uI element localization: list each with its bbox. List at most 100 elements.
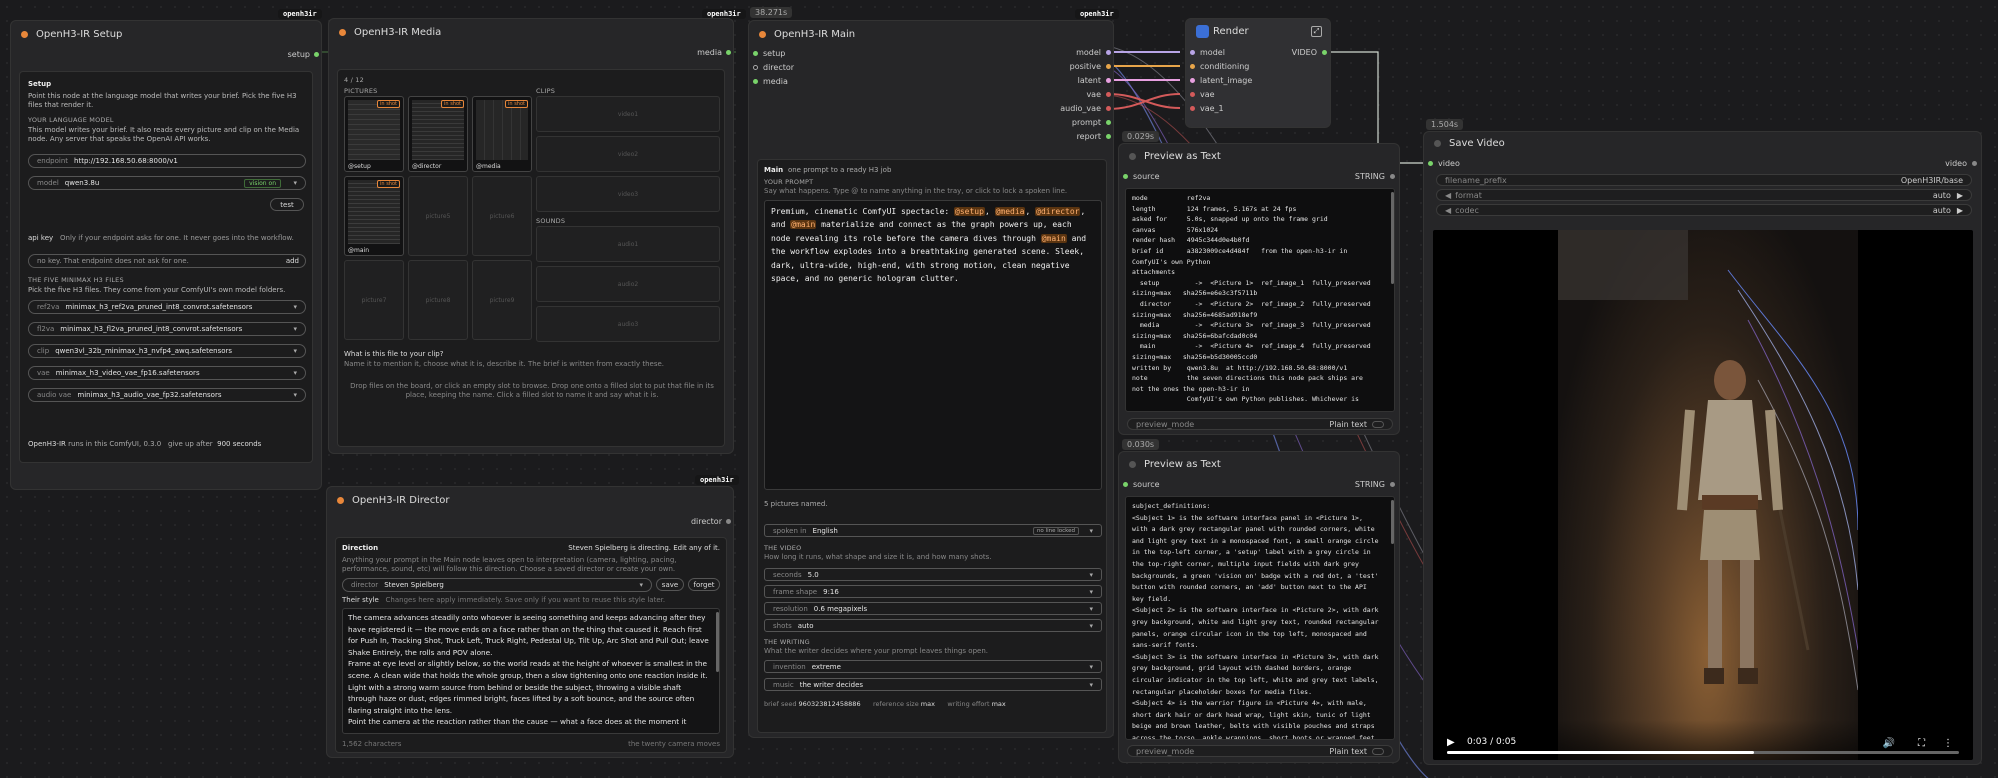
output-latent[interactable]: latent (1078, 76, 1111, 85)
file-select-vae[interactable]: vae minimax_h3_video_vae_fp16.safetensors… (28, 366, 306, 380)
preview-text-node-2[interactable]: Preview as Text source STRING subject_de… (1118, 451, 1400, 763)
mention-tag[interactable]: @setup (954, 207, 985, 216)
video-slot-1[interactable]: video1 (536, 96, 720, 132)
preview2-output-string[interactable]: STRING (1355, 480, 1395, 489)
preview2-text[interactable]: subject_definitions: <Subject 1> is the s… (1125, 496, 1395, 740)
picture-slot-9[interactable]: picture9 (472, 260, 532, 340)
render-input-vae[interactable]: vae (1190, 90, 1215, 99)
render-node[interactable]: Render ⤢ model conditioning latent_image… (1185, 18, 1331, 128)
render-input-model[interactable]: model (1190, 48, 1225, 57)
picture-slot-6[interactable]: picture6 (472, 176, 532, 256)
save-director-button[interactable]: save (656, 578, 684, 591)
audio-slot-3[interactable]: audio3 (536, 306, 720, 342)
file-select-audio-vae[interactable]: audio vae minimax_h3_audio_vae_fp32.safet… (28, 388, 306, 402)
render-input-conditioning[interactable]: conditioning (1190, 62, 1249, 71)
style-textarea[interactable]: The camera advances steadily onto whoeve… (342, 608, 720, 734)
input-setup[interactable]: setup (753, 49, 785, 58)
output-positive[interactable]: positive (1070, 62, 1111, 71)
main-node[interactable]: OpenH3-IR Main setup director media mode… (748, 20, 1114, 738)
format-select[interactable]: ◀ format auto ▶ (1436, 189, 1972, 201)
output-report[interactable]: report (1077, 132, 1111, 141)
play-icon[interactable]: ▶ (1447, 737, 1455, 748)
setup-title-bar[interactable]: OpenH3-IR Setup (11, 21, 321, 47)
setup-node[interactable]: OpenH3-IR Setup setup Setup Point this n… (10, 20, 322, 490)
render-title-bar[interactable]: Render ⤢ (1186, 19, 1330, 43)
video-player[interactable]: ▶ 0:03 / 0:05 🔊 ⛶ ⋮ (1433, 230, 1973, 760)
media-title-bar[interactable]: OpenH3-IR Media (329, 19, 733, 45)
video-progress-track[interactable] (1447, 751, 1959, 754)
mention-tag[interactable]: @main (790, 220, 817, 230)
mention-tag[interactable]: @media (994, 207, 1026, 216)
render-input-latent-image[interactable]: latent_image (1190, 76, 1252, 85)
mention-tag[interactable]: @main (1040, 233, 1067, 243)
add-button[interactable]: add (286, 257, 299, 265)
preview-text-node-1[interactable]: Preview as Text source STRING mode ref2v… (1118, 143, 1400, 435)
media-node[interactable]: OpenH3-IR Media media 4 / 12 PICTURES CL… (328, 18, 734, 454)
file-select-fl2va[interactable]: fl2va minimax_h3_fl2va_pruned_int8_convro… (28, 322, 306, 336)
preview1-text[interactable]: mode ref2va length 124 frames, 5.167s at … (1125, 188, 1395, 412)
preview1-mode-toggle[interactable]: preview_mode Plain text (1127, 418, 1393, 430)
preview2-input-source[interactable]: source (1123, 480, 1160, 489)
preview2-mode-toggle[interactable]: preview_mode Plain text (1127, 745, 1393, 757)
prompt-editor[interactable]: Premium, cinematic ComfyUI spectacle: @s… (764, 200, 1102, 490)
director-select[interactable]: director Steven Spielberg ▾ (342, 578, 652, 592)
invention-select[interactable]: invention extreme ▾ (764, 660, 1102, 673)
director-output-port[interactable]: director (691, 517, 731, 526)
director-node[interactable]: OpenH3-IR Director director Direction St… (326, 486, 734, 758)
arrow-left-icon[interactable]: ◀ (1445, 206, 1451, 215)
picture-slot-5[interactable]: picture5 (408, 176, 468, 256)
input-media[interactable]: media (753, 77, 788, 86)
output-model[interactable]: model (1076, 48, 1111, 57)
preview1-output-string[interactable]: STRING (1355, 172, 1395, 181)
volume-icon[interactable]: 🔊 (1883, 738, 1895, 749)
mention-tag[interactable]: @director (1035, 207, 1081, 216)
fullscreen-icon[interactable]: ⛶ (1918, 738, 1925, 749)
file-select-clip[interactable]: clip qwen3vl_32b_minimax_h3_nvfp4_awq.saf… (28, 344, 306, 358)
video-slot-2[interactable]: video2 (536, 136, 720, 172)
model-select[interactable]: model qwen3.8u vision on ▾ (28, 176, 306, 190)
audio-slot-1[interactable]: audio1 (536, 226, 720, 262)
style-scrollbar[interactable] (716, 612, 719, 672)
media-output-port[interactable]: media (697, 48, 731, 57)
spoken-language-select[interactable]: spoken in English no line locked ▾ (764, 524, 1102, 537)
test-button[interactable]: test (270, 198, 304, 211)
arrow-right-icon[interactable]: ▶ (1957, 191, 1963, 200)
camera-moves-link[interactable]: the twenty camera moves (628, 740, 720, 749)
codec-select[interactable]: ◀ codec auto ▶ (1436, 204, 1972, 216)
frame-shape-select[interactable]: frame shape 9:16 ▾ (764, 585, 1102, 598)
picture-thumb-media[interactable]: in shot @media (472, 96, 532, 172)
input-director[interactable]: director (753, 63, 794, 72)
apikey-input[interactable]: no key. That endpoint does not ask for o… (28, 254, 306, 268)
video-slot-3[interactable]: video3 (536, 176, 720, 212)
picture-thumb-main[interactable]: in shot @main (344, 176, 404, 256)
output-prompt[interactable]: prompt (1072, 118, 1111, 127)
forget-director-button[interactable]: forget (688, 578, 720, 591)
more-options-icon[interactable]: ⋮ (1943, 738, 1953, 749)
filename-prefix-input[interactable]: filename_prefix OpenH3IR/base (1436, 174, 1972, 186)
preview1-input-source[interactable]: source (1123, 172, 1160, 181)
setup-output-port[interactable]: setup (288, 50, 319, 59)
save-video-node[interactable]: Save Video video video filename_prefix Op… (1423, 131, 1982, 765)
picture-thumb-director[interactable]: in shot @director (408, 96, 468, 172)
arrow-right-icon[interactable]: ▶ (1957, 206, 1963, 215)
save-input-video[interactable]: video (1428, 159, 1460, 168)
render-input-vae-1[interactable]: vae_1 (1190, 104, 1224, 113)
preview2-title-bar[interactable]: Preview as Text (1119, 452, 1399, 476)
preview2-scrollbar[interactable] (1391, 500, 1394, 544)
shots-select[interactable]: shots auto ▾ (764, 619, 1102, 632)
audio-slot-2[interactable]: audio2 (536, 266, 720, 302)
resolution-select[interactable]: resolution 0.6 megapixels ▾ (764, 602, 1102, 615)
preview1-scrollbar[interactable] (1391, 192, 1394, 284)
main-title-bar[interactable]: OpenH3-IR Main (749, 21, 1113, 47)
save-title-bar[interactable]: Save Video (1424, 132, 1981, 154)
preview1-title-bar[interactable]: Preview as Text (1119, 144, 1399, 168)
output-vae[interactable]: vae (1086, 90, 1111, 99)
director-title-bar[interactable]: OpenH3-IR Director (327, 487, 733, 513)
picture-thumb-setup[interactable]: in shot @setup (344, 96, 404, 172)
expand-icon[interactable]: ⤢ (1311, 25, 1322, 37)
seconds-select[interactable]: seconds 5.0 ▾ (764, 568, 1102, 581)
arrow-left-icon[interactable]: ◀ (1445, 191, 1451, 200)
picture-slot-8[interactable]: picture8 (408, 260, 468, 340)
render-output-video[interactable]: VIDEO (1292, 48, 1327, 57)
file-select-ref2va[interactable]: ref2va minimax_h3_ref2va_pruned_int8_conv… (28, 300, 306, 314)
